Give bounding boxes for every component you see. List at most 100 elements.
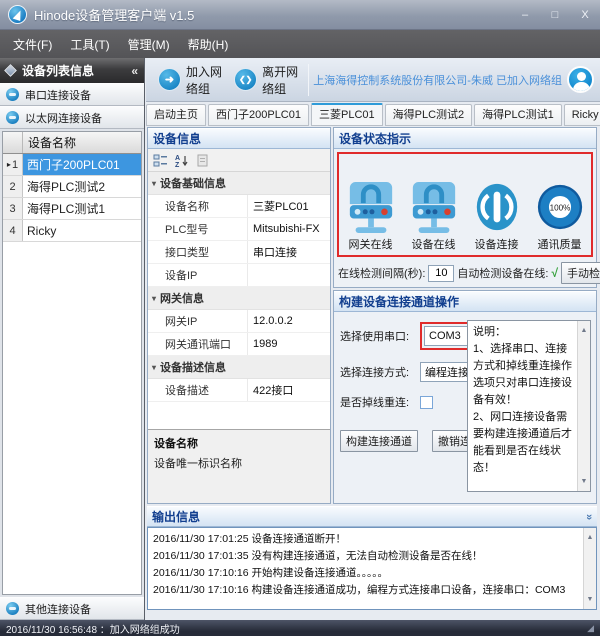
menu-manage[interactable]: 管理(M) xyxy=(119,32,179,57)
gateway-online-label: 网关在线 xyxy=(349,236,393,252)
property-value[interactable]: 串口连接 xyxy=(248,241,330,263)
row-number-cell: 3 xyxy=(3,198,23,219)
table-row[interactable]: 4 Ricky xyxy=(3,220,141,242)
device-info-header: 设备信息 xyxy=(148,128,330,149)
property-value[interactable] xyxy=(248,264,330,286)
note-line: 2、网口连接设备需要构建连接通道后才能看到是否在线状态！ xyxy=(473,409,574,477)
tab-mitsubishi-plc01[interactable]: 三菱PLC01 xyxy=(311,103,383,126)
channel-panel-body: 选择使用串口: COM3 ▼ 选择连接方式: 编程连接 ▼ 是否掉线重连: 构建… xyxy=(334,312,596,503)
sidebar-group-label: 以太网连接设备 xyxy=(25,110,102,126)
scroll-up-icon[interactable]: ▲ xyxy=(587,529,594,546)
device-online-label: 设备在线 xyxy=(412,236,456,252)
device-list-sidebar: 设备列表信息 « 串口连接设备 以太网连接设备 设备名称 ▸1 西门子200PL… xyxy=(0,58,145,620)
sidebar-group-serial[interactable]: 串口连接设备 xyxy=(0,83,144,106)
property-label: 接口类型 xyxy=(148,241,248,263)
property-pages-icon xyxy=(194,152,211,169)
network-status-text: 上海海得控制系统股份有限公司-朱威 已加入网络组 xyxy=(313,72,562,88)
property-value[interactable]: 12.0.0.2 xyxy=(248,310,330,332)
property-row[interactable]: 设备名称 三菱PLC01 xyxy=(148,195,330,218)
join-network-button[interactable]: ➜ 加入网络组 xyxy=(152,60,228,100)
app-logo-icon xyxy=(8,5,27,24)
network-toolbar: ➜ 加入网络组 ❮❯ 离开网络组 上海海得控制系统股份有限公司-朱威 已加入网络… xyxy=(146,58,600,102)
build-channel-button[interactable]: 构建连接通道 xyxy=(340,430,418,452)
alphabetical-sort-icon[interactable]: AZ xyxy=(173,152,190,169)
device-tab-strip: 启动主页 西门子200PLC01 三菱PLC01 海得PLC测试2 海得PLC测… xyxy=(146,103,600,126)
reconnect-label: 是否掉线重连: xyxy=(340,394,420,410)
svg-text:Z: Z xyxy=(175,162,180,168)
minimize-icon[interactable]: – xyxy=(518,9,532,21)
gateway-online-indicator: 网关在线 xyxy=(339,154,402,255)
auto-check-checkbox[interactable]: √ xyxy=(551,266,558,280)
property-category[interactable]: ▾设备基础信息 xyxy=(148,172,330,195)
resize-grip-icon[interactable]: ◢ xyxy=(587,623,594,634)
device-name-cell[interactable]: 海得PLC测试2 xyxy=(23,176,141,197)
serial-port-label: 选择使用串口: xyxy=(340,328,420,344)
sidebar-collapse-icon[interactable]: « xyxy=(131,64,138,78)
tab-hite-plc-test2[interactable]: 海得PLC测试2 xyxy=(385,104,473,126)
device-name-cell[interactable]: Ricky xyxy=(23,220,141,241)
property-value[interactable]: Mitsubishi-FX xyxy=(248,218,330,240)
menu-tools[interactable]: 工具(T) xyxy=(61,32,118,57)
sidebar-header: 设备列表信息 « xyxy=(0,58,144,83)
device-name-cell[interactable]: 海得PLC测试1 xyxy=(23,198,141,219)
status-indicator-box: 网关在线 设备在线 设备连接 xyxy=(337,152,593,257)
selected-property-name: 设备名称 xyxy=(154,435,324,451)
menu-help[interactable]: 帮助(H) xyxy=(179,32,238,57)
device-connect-icon xyxy=(472,179,522,235)
row-number-cell: ▸1 xyxy=(3,154,23,175)
property-row[interactable]: 网关通讯端口 1989 xyxy=(148,333,330,356)
maximize-icon[interactable]: □ xyxy=(548,9,562,21)
output-log-box: 2016/11/30 17:01:25 设备连接通道断开！ 2016/11/30… xyxy=(147,527,597,610)
close-icon[interactable]: X xyxy=(578,9,592,21)
serial-device-icon xyxy=(6,88,19,101)
device-name-cell[interactable]: 西门子200PLC01 xyxy=(23,154,141,175)
tab-siemens200plc01[interactable]: 西门子200PLC01 xyxy=(208,104,309,126)
table-row[interactable]: 3 海得PLC测试1 xyxy=(3,198,141,220)
device-status-panel: 设备状态指示 网关在线 设 xyxy=(333,127,597,288)
table-row[interactable]: ▸1 西门子200PLC01 xyxy=(3,154,141,176)
sidebar-group-ethernet[interactable]: 以太网连接设备 xyxy=(0,106,144,129)
tab-ricky[interactable]: Ricky xyxy=(564,104,600,126)
log-entry: 2016/11/30 17:01:35 没有构建连接通道，无法自动检测设备是否在… xyxy=(153,548,580,565)
scroll-up-icon[interactable]: ▲ xyxy=(581,322,588,339)
interval-input[interactable] xyxy=(428,265,454,282)
property-grid: ▾设备基础信息 设备名称 三菱PLC01 PLC型号 Mitsubishi-FX… xyxy=(148,172,330,429)
property-row[interactable]: 设备描述 422接口 xyxy=(148,379,330,402)
note-line: 1、选择串口、连接方式和掉线重连操作选项只对串口连接设备有效！ xyxy=(473,341,574,409)
propertygrid-toolbar: AZ xyxy=(148,149,330,172)
quality-gauge-icon: 100% xyxy=(535,179,585,235)
sidebar-group-other[interactable]: 其他连接设备 xyxy=(0,597,144,620)
categorized-view-icon[interactable] xyxy=(152,152,169,169)
toolbar-divider xyxy=(308,64,309,96)
log-scrollbar[interactable]: ▲ ▼ xyxy=(583,528,596,609)
note-scrollbar[interactable]: ▲ ▼ xyxy=(577,321,590,491)
property-category[interactable]: ▾网关信息 xyxy=(148,287,330,310)
tab-home[interactable]: 启动主页 xyxy=(146,104,206,126)
row-number-cell: 2 xyxy=(3,176,23,197)
property-value[interactable]: 1989 xyxy=(248,333,330,355)
scroll-down-icon[interactable]: ▼ xyxy=(581,473,588,490)
property-row[interactable]: PLC型号 Mitsubishi-FX xyxy=(148,218,330,241)
channel-build-panel: 构建设备连接通道操作 选择使用串口: COM3 ▼ 选择连接方式: 编程连接 ▼… xyxy=(333,290,597,504)
comm-quality-indicator: 100% 通讯质量 xyxy=(528,154,591,255)
property-value[interactable]: 三菱PLC01 xyxy=(248,195,330,217)
property-category[interactable]: ▾设备描述信息 xyxy=(148,356,330,379)
output-collapse-icon[interactable]: » xyxy=(583,513,595,519)
quality-value: 100% xyxy=(549,203,570,212)
tab-hite-plc-test1[interactable]: 海得PLC测试1 xyxy=(474,104,562,126)
table-row[interactable]: 2 海得PLC测试2 xyxy=(3,176,141,198)
menu-file[interactable]: 文件(F) xyxy=(4,32,61,57)
property-row[interactable]: 设备IP xyxy=(148,264,330,287)
scroll-down-icon[interactable]: ▼ xyxy=(587,591,594,608)
property-row[interactable]: 网关IP 12.0.0.2 xyxy=(148,310,330,333)
manual-check-button[interactable]: 手动检测设备在线 xyxy=(561,262,600,284)
sidebar-group-label: 串口连接设备 xyxy=(25,87,91,103)
property-label: PLC型号 xyxy=(148,218,248,240)
user-avatar[interactable] xyxy=(567,66,594,93)
auto-check-label: 自动检测设备在线: xyxy=(457,265,548,281)
property-row[interactable]: 接口类型 串口连接 xyxy=(148,241,330,264)
property-value[interactable]: 422接口 xyxy=(248,379,330,401)
reconnect-checkbox[interactable] xyxy=(420,396,433,409)
leave-network-button[interactable]: ❮❯ 离开网络组 xyxy=(228,60,304,100)
property-label: 设备描述 xyxy=(148,379,248,401)
